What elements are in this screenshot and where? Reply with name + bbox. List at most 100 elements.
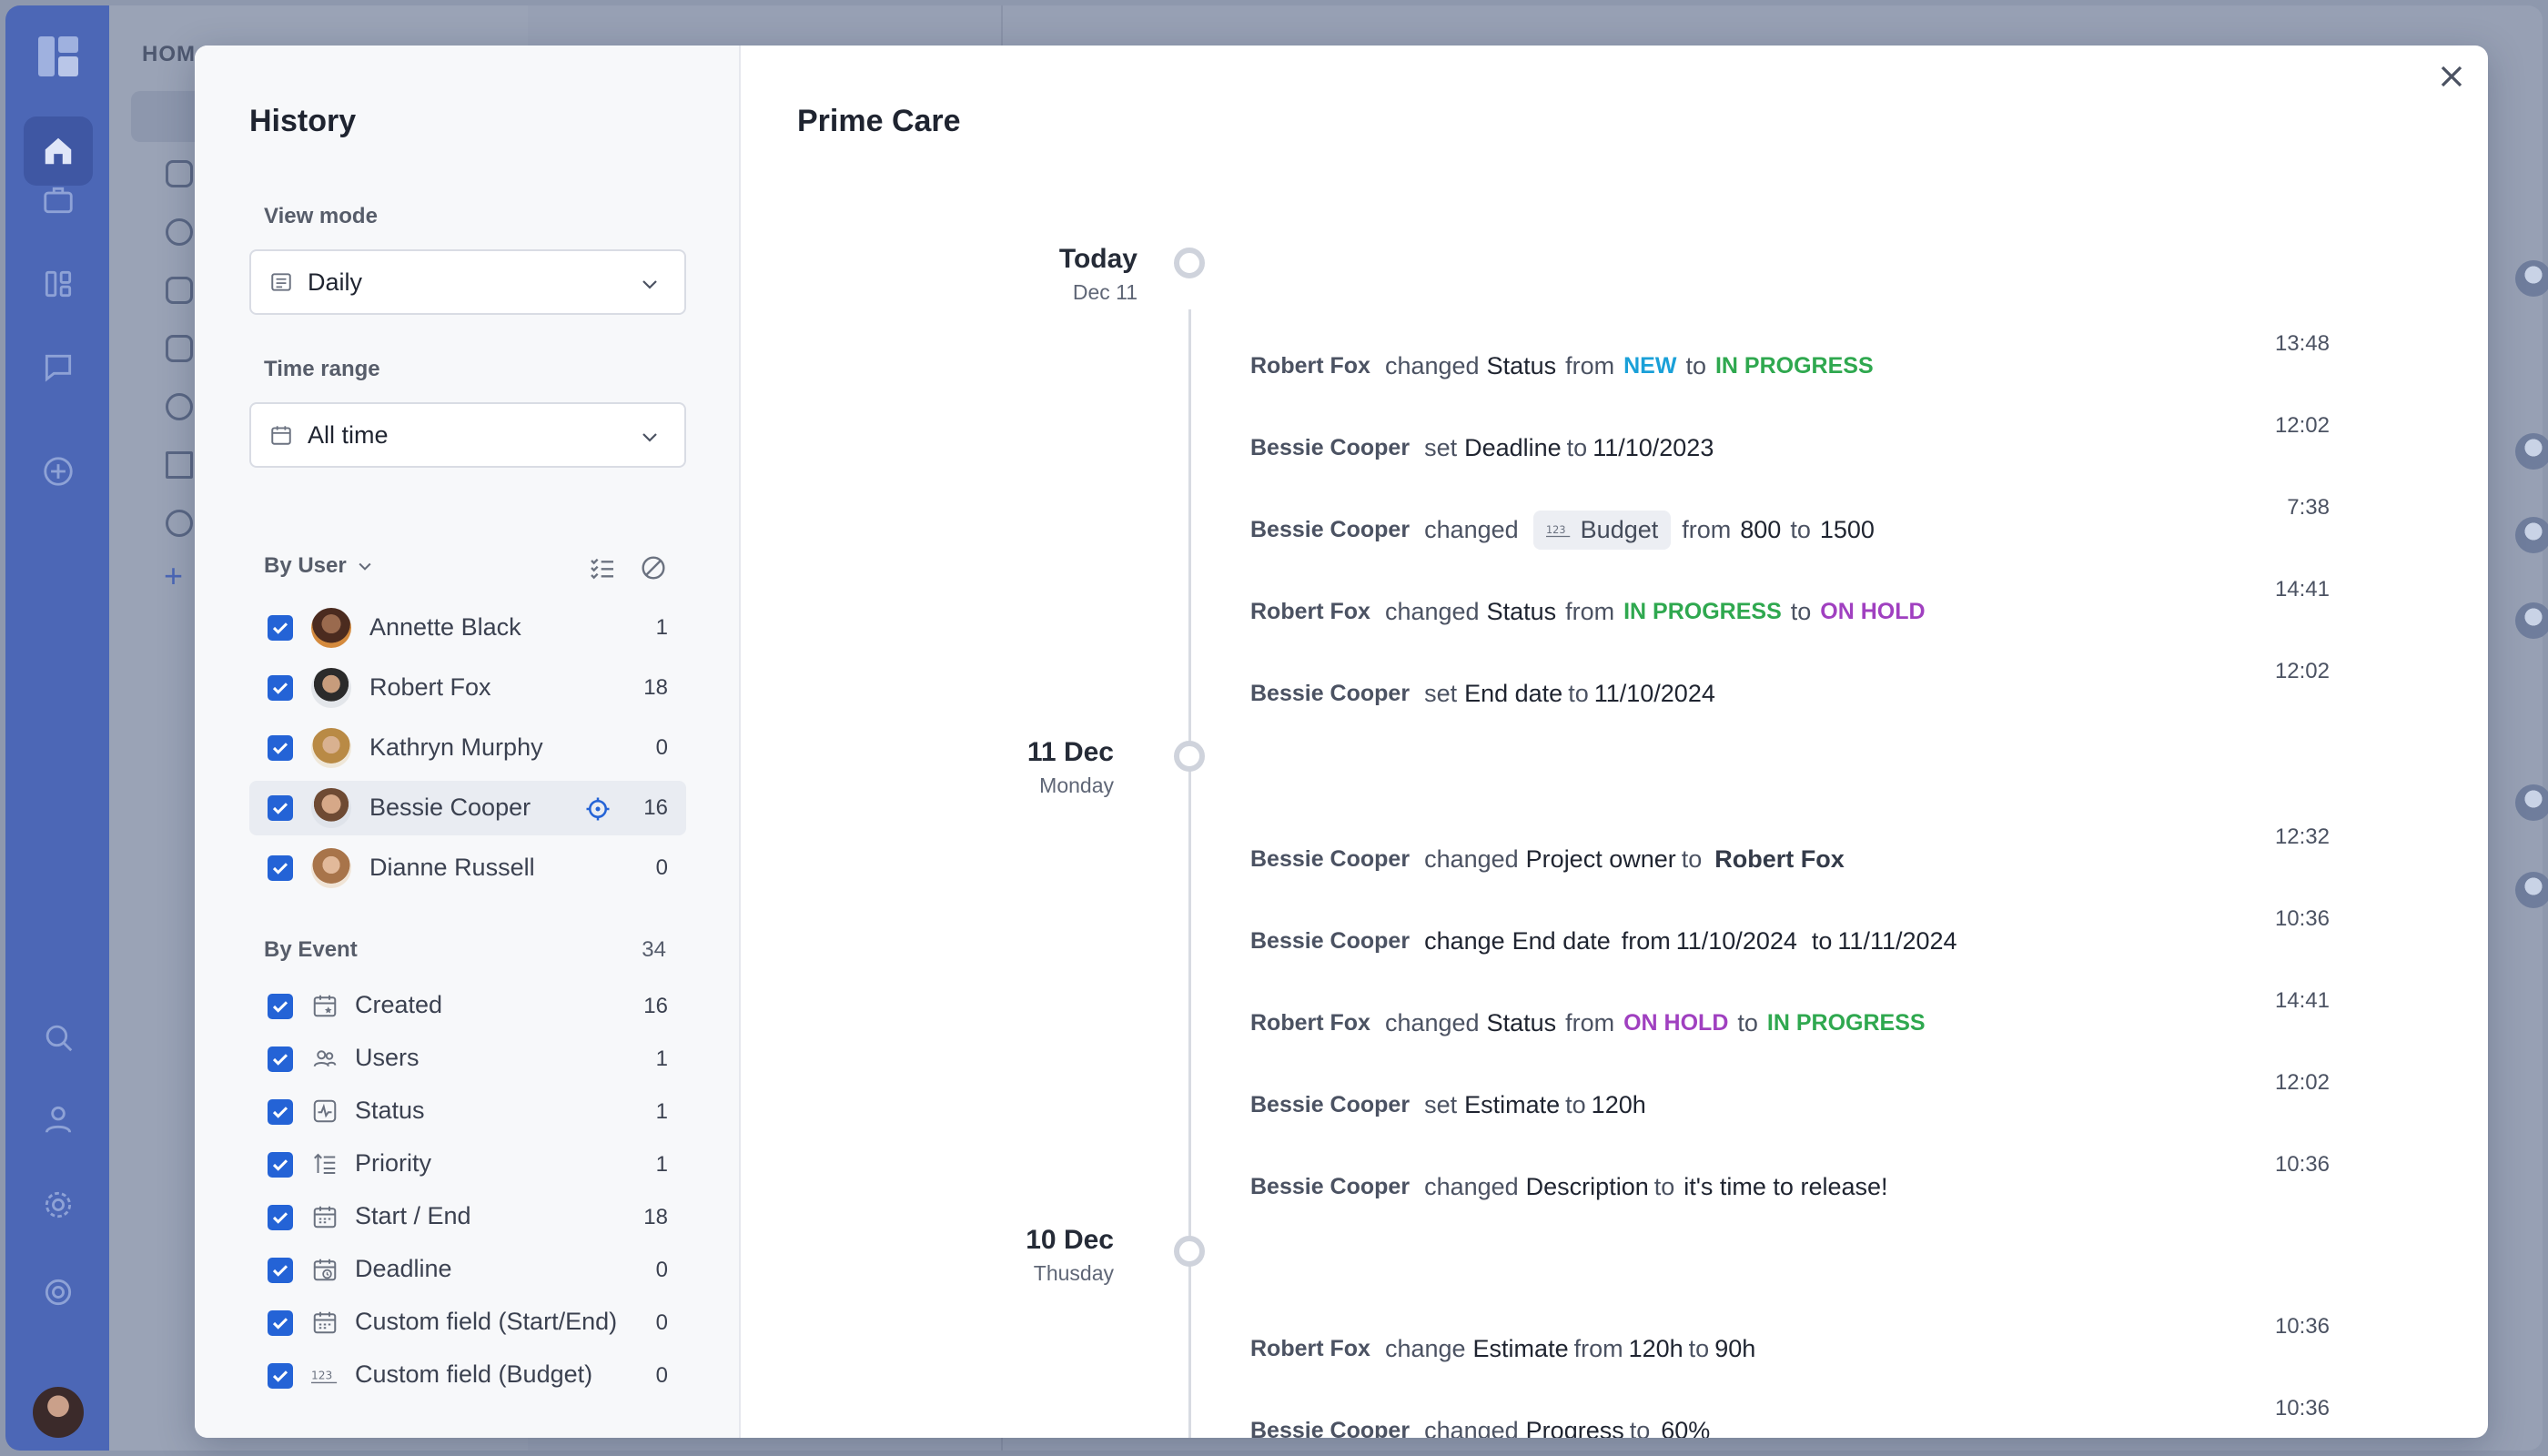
entry-user[interactable]: Bessie Cooper bbox=[1250, 681, 1410, 707]
user-filter-row[interactable]: Bessie Cooper 16 bbox=[249, 781, 686, 835]
user-filter-row[interactable]: Robert Fox 18 bbox=[249, 661, 686, 715]
event-checkbox[interactable] bbox=[268, 1205, 293, 1230]
event-checkbox[interactable] bbox=[268, 1363, 293, 1389]
event-filter-row[interactable]: Custom field (Start/End) 0 bbox=[249, 1296, 686, 1350]
entry-verb: changed bbox=[1384, 351, 1480, 379]
plus-icon[interactable]: + bbox=[164, 557, 183, 595]
rail-search-button[interactable] bbox=[24, 1003, 93, 1072]
day-subtitle: Monday bbox=[1039, 774, 1114, 797]
entry-user[interactable]: Bessie Cooper bbox=[1250, 517, 1410, 543]
check-icon bbox=[272, 803, 288, 814]
user-checkbox[interactable] bbox=[268, 675, 293, 701]
event-filter-row[interactable]: Deadline 0 bbox=[249, 1243, 686, 1298]
entry-user[interactable]: Robert Fox bbox=[1250, 1336, 1370, 1362]
search-icon bbox=[46, 1025, 73, 1052]
status-badge: ON HOLD bbox=[1820, 598, 1926, 624]
event-checkbox[interactable] bbox=[268, 1046, 293, 1072]
event-filter-row[interactable]: Users 1 bbox=[249, 1032, 686, 1087]
entry-user[interactable]: Bessie Cooper bbox=[1250, 1174, 1410, 1200]
sidebar-home-label: HOM bbox=[142, 42, 196, 66]
entry-user[interactable]: Bessie Cooper bbox=[1250, 435, 1410, 461]
avatar bbox=[311, 668, 351, 708]
user-checkbox[interactable] bbox=[268, 615, 293, 641]
user-filter-row[interactable]: Dianne Russell 0 bbox=[249, 841, 686, 895]
event-checkbox[interactable] bbox=[268, 1152, 293, 1178]
entry-user[interactable]: Bessie Cooper bbox=[1250, 1092, 1410, 1118]
entry-time: 13:48 bbox=[2274, 331, 2330, 356]
entry-field: Project owner bbox=[1525, 844, 1676, 873]
check-icon bbox=[272, 1318, 288, 1330]
user-filter-row[interactable]: Kathryn Murphy 0 bbox=[249, 721, 686, 775]
entry-from-word: from bbox=[1565, 1008, 1615, 1036]
view-mode-label: View mode bbox=[264, 204, 378, 228]
entry-verb: change bbox=[1384, 1334, 1466, 1362]
event-checkbox[interactable] bbox=[268, 1099, 293, 1125]
entry-time: 10:36 bbox=[2274, 1152, 2330, 1177]
entry-to-word: to bbox=[1688, 1334, 1710, 1362]
event-checkbox[interactable] bbox=[268, 1258, 293, 1283]
time-range-value: All time bbox=[308, 420, 389, 449]
calendar-icon bbox=[313, 1206, 337, 1228]
clear-selection-icon[interactable] bbox=[639, 553, 668, 582]
event-filter-row[interactable]: Priority 1 bbox=[249, 1138, 686, 1192]
crosshair-icon[interactable] bbox=[584, 795, 612, 823]
avatar bbox=[2515, 602, 2548, 639]
avatar bbox=[2515, 517, 2548, 553]
rail-projects-button[interactable] bbox=[24, 166, 93, 235]
event-count: 0 bbox=[655, 1258, 668, 1282]
entry-time: 12:02 bbox=[2274, 659, 2330, 683]
by-user-toggle[interactable]: By User bbox=[264, 553, 374, 579]
event-checkbox[interactable] bbox=[268, 1310, 293, 1336]
entry-user[interactable]: Bessie Cooper bbox=[1250, 1418, 1410, 1439]
event-filter-row[interactable]: Start / End 18 bbox=[249, 1190, 686, 1245]
rail-chat-button[interactable] bbox=[24, 333, 93, 402]
entry-to-word: to bbox=[1681, 844, 1703, 873]
status-badge: IN PROGRESS bbox=[1766, 1009, 1926, 1036]
chevron-down-icon bbox=[642, 280, 657, 289]
entry-value: 11/10/2024 bbox=[1593, 679, 1715, 707]
user-name: Annette Black bbox=[369, 613, 521, 641]
entry-verb: change bbox=[1424, 926, 1505, 955]
entry-to-word: to bbox=[1629, 1416, 1651, 1439]
rail-profile-button[interactable] bbox=[24, 1085, 93, 1154]
check-icon bbox=[272, 863, 288, 875]
by-user-label: By User bbox=[264, 553, 347, 578]
status-badge: ON HOLD bbox=[1623, 1009, 1729, 1036]
check-icon bbox=[272, 1107, 288, 1118]
users-icon bbox=[313, 1050, 337, 1067]
user-checkbox[interactable] bbox=[268, 735, 293, 761]
view-mode-select[interactable]: Daily bbox=[249, 249, 686, 315]
event-filter-row[interactable]: 123 Custom field (Budget) 0 bbox=[249, 1349, 686, 1403]
entry-user[interactable]: Robert Fox bbox=[1250, 353, 1370, 379]
entry-value: 11/10/2024 bbox=[1675, 926, 1797, 955]
day-header: 11 Dec Monday bbox=[932, 737, 1114, 798]
rail-help-button[interactable] bbox=[24, 1258, 93, 1327]
event-checkbox[interactable] bbox=[268, 994, 293, 1019]
entry-time: 14:41 bbox=[2274, 988, 2330, 1013]
entry-user[interactable]: Robert Fox bbox=[1250, 1010, 1370, 1036]
user-checkbox[interactable] bbox=[268, 795, 293, 821]
entry-verb: changed bbox=[1384, 597, 1480, 625]
event-filter-row[interactable]: Created 16 bbox=[249, 979, 686, 1034]
select-all-icon[interactable] bbox=[588, 553, 617, 582]
entry-user[interactable]: Bessie Cooper bbox=[1250, 846, 1410, 873]
panel-title: History bbox=[249, 104, 357, 138]
entry-to-word: to bbox=[1565, 1090, 1586, 1118]
entry-from-word: from bbox=[1565, 351, 1615, 379]
user-count: 0 bbox=[655, 735, 668, 760]
event-filter-row[interactable]: Status 1 bbox=[249, 1085, 686, 1139]
current-user-avatar[interactable] bbox=[33, 1387, 84, 1438]
user-filter-row[interactable]: Annette Black 1 bbox=[249, 601, 686, 655]
entry-user[interactable]: Robert Fox bbox=[1250, 599, 1370, 625]
close-icon[interactable] bbox=[2433, 58, 2470, 95]
rail-add-button[interactable] bbox=[24, 437, 93, 506]
entry-user[interactable]: Bessie Cooper bbox=[1250, 928, 1410, 955]
number-icon: 123 bbox=[311, 1370, 338, 1384]
rail-dashboard-button[interactable] bbox=[24, 249, 93, 318]
svg-text:123: 123 bbox=[311, 1370, 332, 1382]
user-name: Kathryn Murphy bbox=[369, 733, 543, 761]
entry-time: 10:36 bbox=[2274, 1314, 2330, 1339]
user-checkbox[interactable] bbox=[268, 855, 293, 881]
time-range-select[interactable]: All time bbox=[249, 402, 686, 468]
rail-settings-button[interactable] bbox=[24, 1170, 93, 1239]
